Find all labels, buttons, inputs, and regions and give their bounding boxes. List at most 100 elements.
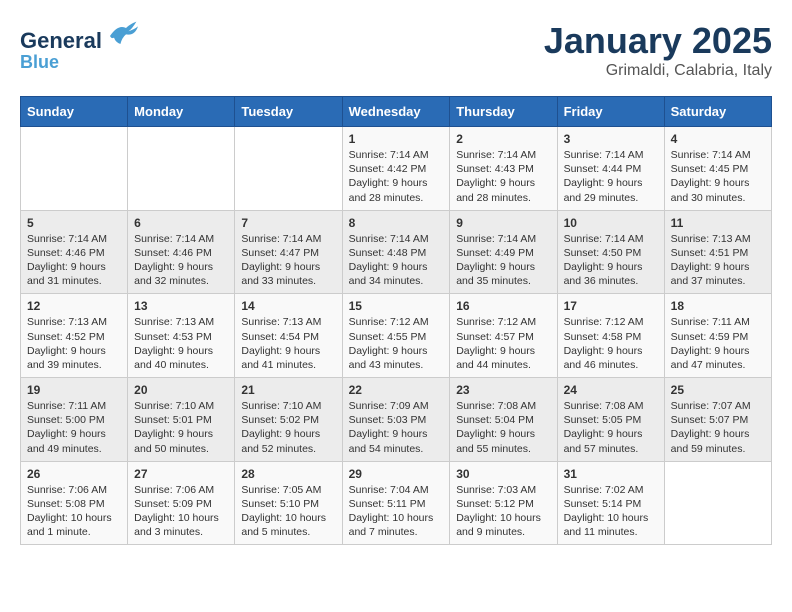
calendar-cell: 30 Sunrise: 7:03 AM Sunset: 5:12 PM Dayli… [450,461,557,545]
day-info: Sunrise: 7:06 AM Sunset: 5:09 PM Dayligh… [134,483,228,540]
day-info: Sunrise: 7:04 AM Sunset: 5:11 PM Dayligh… [349,483,444,540]
day-number: 29 [349,467,444,481]
day-info: Sunrise: 7:14 AM Sunset: 4:45 PM Dayligh… [671,148,765,205]
calendar-subtitle: Grimaldi, Calabria, Italy [544,62,772,80]
day-info: Sunrise: 7:13 AM Sunset: 4:53 PM Dayligh… [134,315,228,372]
weekday-header-sunday: Sunday [21,97,128,127]
calendar-cell: 22 Sunrise: 7:09 AM Sunset: 5:03 PM Dayli… [342,378,450,462]
calendar-cell: 6 Sunrise: 7:14 AM Sunset: 4:46 PM Daylig… [128,210,235,294]
day-info: Sunrise: 7:13 AM Sunset: 4:54 PM Dayligh… [241,315,335,372]
calendar-cell: 15 Sunrise: 7:12 AM Sunset: 4:55 PM Dayli… [342,294,450,378]
calendar-cell: 8Sunrise: 7:14 AM Sunset: 4:48 PM Daylig… [342,210,450,294]
day-info: Sunrise: 7:14 AM Sunset: 4:48 PM Dayligh… [349,232,444,289]
weekday-header-wednesday: Wednesday [342,97,450,127]
day-number: 9 [456,216,550,230]
day-number: 28 [241,467,335,481]
logo: General Blue [20,20,138,73]
day-info: Sunrise: 7:13 AM Sunset: 4:51 PM Dayligh… [671,232,765,289]
day-number: 4 [671,132,765,146]
day-number: 2 [456,132,550,146]
day-number: 19 [27,383,121,397]
calendar-cell: 11 Sunrise: 7:13 AM Sunset: 4:51 PM Dayli… [664,210,771,294]
calendar-cell: 3Sunrise: 7:14 AM Sunset: 4:44 PM Daylig… [557,127,664,211]
calendar-cell [21,127,128,211]
day-number: 23 [456,383,550,397]
calendar-cell: 17 Sunrise: 7:12 AM Sunset: 4:58 PM Dayli… [557,294,664,378]
calendar-cell: 2 Sunrise: 7:14 AM Sunset: 4:43 PM Daylig… [450,127,557,211]
calendar-cell: 9 Sunrise: 7:14 AM Sunset: 4:49 PM Daylig… [450,210,557,294]
day-number: 5 [27,216,121,230]
weekday-header-saturday: Saturday [664,97,771,127]
day-number: 15 [349,299,444,313]
day-info: Sunrise: 7:06 AM Sunset: 5:08 PM Dayligh… [27,483,121,540]
calendar-cell [664,461,771,545]
day-info: Sunrise: 7:14 AM Sunset: 4:46 PM Dayligh… [27,232,121,289]
day-number: 10 [564,216,658,230]
calendar-cell [235,127,342,211]
day-number: 11 [671,216,765,230]
day-number: 22 [349,383,444,397]
day-number: 25 [671,383,765,397]
day-info: Sunrise: 7:09 AM Sunset: 5:03 PM Dayligh… [349,399,444,456]
calendar-cell: 21 Sunrise: 7:10 AM Sunset: 5:02 PM Dayli… [235,378,342,462]
day-number: 12 [27,299,121,313]
calendar-cell: 10 Sunrise: 7:14 AM Sunset: 4:50 PM Dayli… [557,210,664,294]
calendar-week-4: 19Sunrise: 7:11 AM Sunset: 5:00 PM Dayli… [21,378,772,462]
calendar-cell: 7Sunrise: 7:14 AM Sunset: 4:47 PM Daylig… [235,210,342,294]
title-block: January 2025 Grimaldi, Calabria, Italy [544,20,772,80]
day-number: 13 [134,299,228,313]
calendar-cell: 24Sunrise: 7:08 AM Sunset: 5:05 PM Dayli… [557,378,664,462]
day-info: Sunrise: 7:14 AM Sunset: 4:42 PM Dayligh… [349,148,444,205]
calendar-table: SundayMondayTuesdayWednesdayThursdayFrid… [20,96,772,545]
day-number: 30 [456,467,550,481]
day-number: 14 [241,299,335,313]
day-info: Sunrise: 7:11 AM Sunset: 4:59 PM Dayligh… [671,315,765,372]
day-info: Sunrise: 7:03 AM Sunset: 5:12 PM Dayligh… [456,483,550,540]
day-info: Sunrise: 7:14 AM Sunset: 4:47 PM Dayligh… [241,232,335,289]
day-info: Sunrise: 7:08 AM Sunset: 5:04 PM Dayligh… [456,399,550,456]
calendar-cell: 23 Sunrise: 7:08 AM Sunset: 5:04 PM Dayli… [450,378,557,462]
day-info: Sunrise: 7:02 AM Sunset: 5:14 PM Dayligh… [564,483,658,540]
calendar-cell: 4 Sunrise: 7:14 AM Sunset: 4:45 PM Daylig… [664,127,771,211]
calendar-cell: 26 Sunrise: 7:06 AM Sunset: 5:08 PM Dayli… [21,461,128,545]
day-number: 24 [564,383,658,397]
day-number: 18 [671,299,765,313]
calendar-cell: 29 Sunrise: 7:04 AM Sunset: 5:11 PM Dayli… [342,461,450,545]
day-number: 6 [134,216,228,230]
day-info: Sunrise: 7:10 AM Sunset: 5:02 PM Dayligh… [241,399,335,456]
calendar-cell: 19Sunrise: 7:11 AM Sunset: 5:00 PM Dayli… [21,378,128,462]
calendar-cell: 25 Sunrise: 7:07 AM Sunset: 5:07 PM Dayli… [664,378,771,462]
calendar-week-1: 1 Sunrise: 7:14 AM Sunset: 4:42 PM Daylig… [21,127,772,211]
calendar-title: January 2025 [544,20,772,62]
weekday-header-monday: Monday [128,97,235,127]
calendar-cell: 12 Sunrise: 7:13 AM Sunset: 4:52 PM Dayli… [21,294,128,378]
day-info: Sunrise: 7:13 AM Sunset: 4:52 PM Dayligh… [27,315,121,372]
logo-blue: Blue [20,53,138,73]
calendar-cell: 28Sunrise: 7:05 AM Sunset: 5:10 PM Dayli… [235,461,342,545]
logo-text: General [20,20,138,53]
day-number: 26 [27,467,121,481]
calendar-week-5: 26 Sunrise: 7:06 AM Sunset: 5:08 PM Dayli… [21,461,772,545]
day-info: Sunrise: 7:07 AM Sunset: 5:07 PM Dayligh… [671,399,765,456]
day-info: Sunrise: 7:12 AM Sunset: 4:58 PM Dayligh… [564,315,658,372]
day-number: 31 [564,467,658,481]
day-info: Sunrise: 7:14 AM Sunset: 4:49 PM Dayligh… [456,232,550,289]
day-info: Sunrise: 7:14 AM Sunset: 4:50 PM Dayligh… [564,232,658,289]
day-number: 1 [349,132,444,146]
calendar-cell: 1 Sunrise: 7:14 AM Sunset: 4:42 PM Daylig… [342,127,450,211]
calendar-cell: 16Sunrise: 7:12 AM Sunset: 4:57 PM Dayli… [450,294,557,378]
day-info: Sunrise: 7:12 AM Sunset: 4:55 PM Dayligh… [349,315,444,372]
day-number: 21 [241,383,335,397]
day-info: Sunrise: 7:14 AM Sunset: 4:43 PM Dayligh… [456,148,550,205]
logo-bird-icon [106,20,138,48]
calendar-cell: 14 Sunrise: 7:13 AM Sunset: 4:54 PM Dayli… [235,294,342,378]
day-number: 17 [564,299,658,313]
day-number: 3 [564,132,658,146]
day-number: 27 [134,467,228,481]
day-info: Sunrise: 7:12 AM Sunset: 4:57 PM Dayligh… [456,315,550,372]
weekday-header-row: SundayMondayTuesdayWednesdayThursdayFrid… [21,97,772,127]
calendar-cell: 27 Sunrise: 7:06 AM Sunset: 5:09 PM Dayli… [128,461,235,545]
weekday-header-friday: Friday [557,97,664,127]
day-info: Sunrise: 7:14 AM Sunset: 4:46 PM Dayligh… [134,232,228,289]
calendar-week-2: 5 Sunrise: 7:14 AM Sunset: 4:46 PM Daylig… [21,210,772,294]
